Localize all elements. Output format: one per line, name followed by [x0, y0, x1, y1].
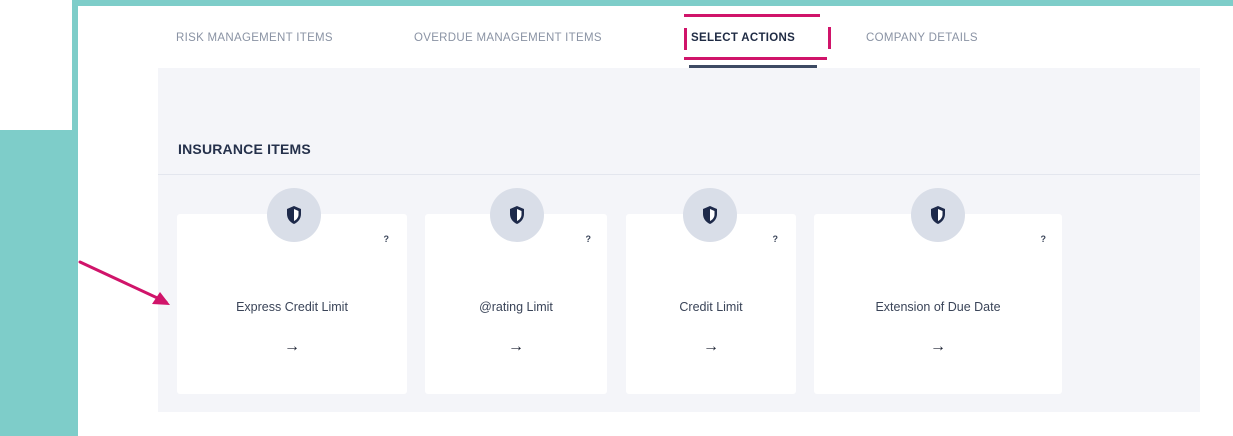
annotation-arrow-icon — [78, 260, 170, 305]
section-divider — [158, 174, 1200, 175]
highlight-box-top — [684, 14, 820, 17]
highlight-box-bottom — [684, 57, 827, 60]
card-title: Extension of Due Date — [875, 300, 1001, 314]
help-icon[interactable]: ? — [1041, 234, 1047, 244]
help-icon[interactable]: ? — [384, 234, 390, 244]
shield-icon — [490, 188, 544, 242]
tab-select-actions[interactable]: SELECT ACTIONS — [691, 32, 795, 44]
card-title: Credit Limit — [679, 300, 743, 314]
card-title: Express Credit Limit — [236, 300, 348, 314]
shield-icon — [267, 188, 321, 242]
highlight-box-left — [684, 28, 687, 50]
arrow-right-icon[interactable]: → — [814, 338, 1062, 356]
help-icon[interactable]: ? — [586, 234, 592, 244]
tab-bar: RISK MANAGEMENT ITEMS OVERDUE MANAGEMENT… — [78, 6, 1233, 66]
highlight-box-right — [828, 27, 831, 49]
arrow-right-icon[interactable]: → — [177, 338, 407, 356]
arrow-right-icon[interactable]: → — [626, 338, 796, 356]
teal-side-block — [0, 130, 78, 436]
card-title: @rating Limit — [479, 300, 553, 314]
tab-overdue-management-items[interactable]: OVERDUE MANAGEMENT ITEMS — [414, 32, 602, 44]
shield-icon — [911, 188, 965, 242]
help-icon[interactable]: ? — [773, 234, 779, 244]
tab-risk-management-items[interactable]: RISK MANAGEMENT ITEMS — [176, 32, 333, 44]
arrow-right-icon[interactable]: → — [425, 338, 607, 356]
shield-icon — [683, 188, 737, 242]
tab-company-details[interactable]: COMPANY DETAILS — [866, 32, 978, 44]
section-title: INSURANCE ITEMS — [178, 141, 311, 157]
